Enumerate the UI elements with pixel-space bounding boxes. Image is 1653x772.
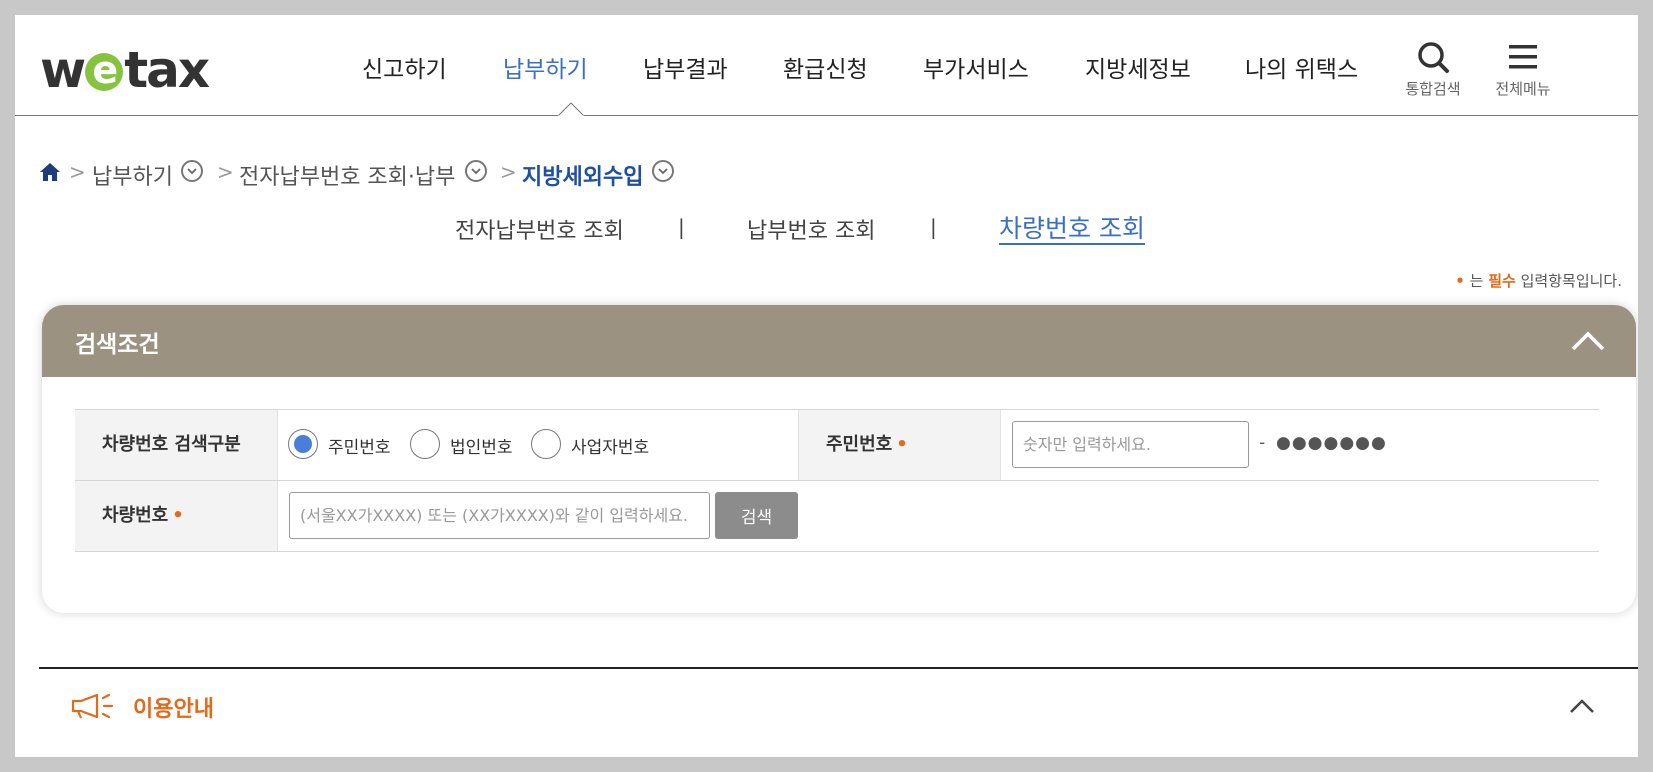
required-dot: • <box>896 434 908 455</box>
resident-number-label: 주민번호 • <box>798 410 1000 480</box>
chevron-right-icon: > <box>217 160 234 184</box>
resident-number-input[interactable] <box>1012 421 1249 468</box>
search-button[interactable]: 검색 <box>715 492 798 539</box>
breadcrumb-item-payment[interactable]: 납부하기 <box>92 159 173 191</box>
resident-number-cell: - ●●●●●●● <box>1000 410 1600 480</box>
chevron-down-circle-icon[interactable] <box>181 160 203 182</box>
breadcrumb-item-current[interactable]: 지방세외수입 <box>522 159 643 191</box>
usage-guide-title[interactable]: 이용안내 <box>133 691 214 723</box>
panel-header: 검색조건 <box>42 305 1636 377</box>
required-note-strong: 필수 <box>1488 272 1516 290</box>
nav-report[interactable]: 신고하기 <box>362 55 447 85</box>
tab-separator: | <box>930 215 937 239</box>
search-form-table: 차량번호 검색구분 주민번호 법인번호 사업자번호 주민번호• - ●●●●●●… <box>75 409 1599 552</box>
logo-e-badge: e <box>85 51 124 91</box>
unified-search-button[interactable]: 통합검색 <box>1393 40 1473 99</box>
vehicle-number-input[interactable] <box>289 492 710 539</box>
radio-resident-number-label[interactable]: 주민번호 <box>328 433 391 458</box>
chevron-right-icon: > <box>69 160 86 184</box>
resident-number-label-text: 주민번호 <box>826 434 893 455</box>
masked-resident-number: ●●●●●●● <box>1276 433 1387 453</box>
required-dot: • <box>172 505 184 526</box>
breadcrumb-item-electronic-payment[interactable]: 전자납부번호 조회·납부 <box>239 159 455 191</box>
radio-corporate-number[interactable] <box>410 429 440 459</box>
collapse-chevron-up-icon[interactable] <box>1568 693 1596 721</box>
chevron-right-icon: > <box>500 160 517 184</box>
search-conditions-panel: 검색조건 차량번호 검색구분 주민번호 법인번호 사업자번호 주민번호 • 숫자… <box>42 305 1636 613</box>
radio-business-number[interactable] <box>531 429 561 459</box>
header-divider <box>15 115 1638 116</box>
radio-business-number-label[interactable]: 사업자번호 <box>571 433 649 458</box>
chevron-down-circle-icon[interactable] <box>465 160 487 182</box>
tab-separator: | <box>678 215 685 239</box>
nav-refund[interactable]: 환급신청 <box>783 55 868 85</box>
required-note-pre: 는 <box>1469 272 1489 290</box>
home-icon[interactable] <box>40 163 60 181</box>
required-note-post: 입력항목입니다. <box>1515 272 1622 290</box>
tab-vehicle-number[interactable]: 차량번호 조회 <box>999 209 1145 245</box>
form-row-search-type: 차량번호 검색구분 주민번호 법인번호 사업자번호 주민번호• - ●●●●●●… <box>75 409 1599 481</box>
required-dot: • <box>1455 272 1465 290</box>
hamburger-menu-icon <box>1509 45 1537 69</box>
search-type-label: 차량번호 검색구분 <box>75 410 277 480</box>
logo-w: w <box>40 41 86 99</box>
megaphone-icon <box>71 693 114 719</box>
nav-extra-services[interactable]: 부가서비스 <box>923 55 1029 85</box>
all-menu-label: 전체메뉴 <box>1495 80 1551 98</box>
unified-search-label: 통합검색 <box>1405 80 1461 98</box>
search-icon <box>1418 42 1449 73</box>
active-nav-caret-icon <box>558 102 584 119</box>
nav-payment-result[interactable]: 납부결과 <box>643 55 728 85</box>
tab-electronic-payment-number[interactable]: 전자납부번호 조회 <box>455 213 624 245</box>
vehicle-number-label-text: 차량번호 <box>102 505 169 526</box>
nav-payment[interactable]: 납부하기 <box>503 55 588 85</box>
collapse-chevron-up-icon[interactable] <box>1570 323 1606 359</box>
nav-my-wetax[interactable]: 나의 위택스 <box>1245 55 1358 85</box>
wetax-logo[interactable]: w e tax <box>40 45 210 95</box>
page: w e tax 신고하기 납부하기 납부결과 환급신청 부가서비스 지방세정보 나의… <box>15 15 1638 757</box>
tab-payment-number[interactable]: 납부번호 조회 <box>747 213 875 245</box>
guide-divider <box>39 667 1638 669</box>
logo-tax: tax <box>124 41 210 99</box>
radio-corporate-number-label[interactable]: 법인번호 <box>450 433 513 458</box>
panel-title: 검색조건 <box>75 332 160 358</box>
search-type-label-text: 차량번호 검색구분 <box>102 434 241 455</box>
vehicle-number-cell: 검색 <box>277 481 1600 551</box>
all-menu-button[interactable]: 전체메뉴 <box>1483 40 1563 99</box>
required-fields-note: • 는 필수 입력항목입니다. <box>1455 270 1622 291</box>
chevron-down-circle-icon[interactable] <box>652 160 674 182</box>
nav-local-tax-info[interactable]: 지방세정보 <box>1085 55 1191 85</box>
search-type-options: 주민번호 법인번호 사업자번호 <box>277 410 799 480</box>
radio-resident-number[interactable] <box>288 429 318 459</box>
form-row-vehicle-number: 차량번호• 검색 <box>75 481 1599 552</box>
vehicle-number-label: 차량번호 • <box>75 481 277 551</box>
dash-separator: - <box>1259 433 1267 453</box>
